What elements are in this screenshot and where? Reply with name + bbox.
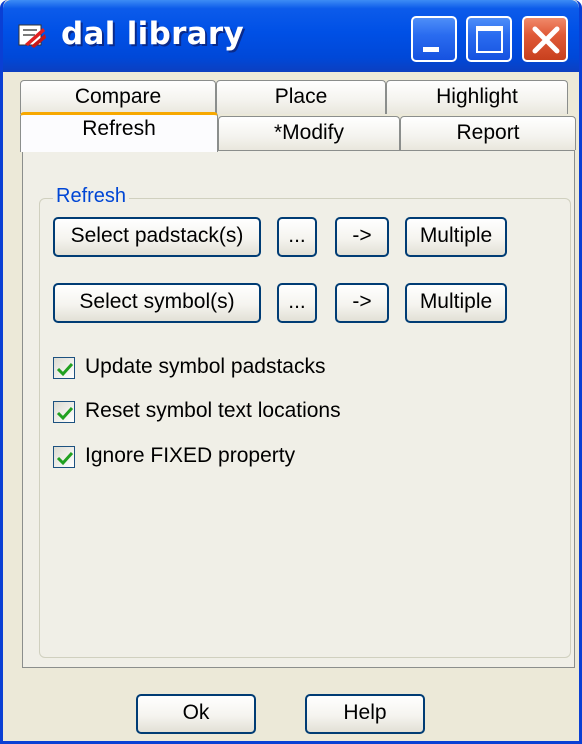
dal-library-window: dal library Compare Place Highlight Refr… (0, 0, 582, 744)
reset-symbol-text-locations-checkbox[interactable] (53, 401, 75, 423)
update-symbol-padstacks-label: Update symbol padstacks (85, 355, 326, 378)
minimize-icon (423, 47, 439, 52)
title-bar[interactable]: dal library (3, 0, 579, 72)
ignore-fixed-property-checkbox[interactable] (53, 446, 75, 468)
refresh-group-label: Refresh (53, 185, 130, 208)
help-button[interactable]: Help (305, 694, 425, 734)
padstack-arrow-button[interactable]: -> (335, 217, 389, 257)
app-icon (17, 22, 47, 50)
symbol-browse-button[interactable]: ... (277, 283, 317, 323)
padstack-browse-button[interactable]: ... (277, 217, 317, 257)
tab-place[interactable]: Place (216, 80, 386, 114)
ignore-fixed-property-option[interactable]: Ignore FIXED property (53, 444, 333, 472)
update-symbol-padstacks-option[interactable]: Update symbol padstacks (53, 355, 353, 383)
padstack-multiple-button[interactable]: Multiple (405, 217, 507, 257)
tab-highlight[interactable]: Highlight (386, 80, 568, 114)
reset-symbol-text-locations-label: Reset symbol text locations (85, 399, 341, 422)
tab-refresh[interactable]: Refresh (20, 112, 218, 152)
minimize-button[interactable] (411, 16, 457, 62)
close-icon (532, 26, 560, 54)
window-title: dal library (61, 16, 244, 52)
checkmark-icon (56, 406, 74, 421)
close-button[interactable] (522, 16, 568, 62)
select-symbols-button[interactable]: Select symbol(s) (53, 283, 261, 323)
symbol-arrow-button[interactable]: -> (335, 283, 389, 323)
symbol-multiple-button[interactable]: Multiple (405, 283, 507, 323)
update-symbol-padstacks-checkbox[interactable] (53, 357, 75, 379)
tab-compare[interactable]: Compare (20, 80, 216, 114)
checkmark-icon (56, 362, 74, 377)
tab-modify[interactable]: *Modify (218, 116, 400, 150)
reset-symbol-text-locations-option[interactable]: Reset symbol text locations (53, 399, 373, 427)
ignore-fixed-property-label: Ignore FIXED property (85, 444, 296, 467)
maximize-icon (476, 26, 503, 53)
ok-button[interactable]: Ok (136, 694, 256, 734)
refresh-group-box (39, 198, 571, 658)
select-padstacks-button[interactable]: Select padstack(s) (53, 217, 261, 257)
checkmark-icon (56, 451, 74, 466)
tab-report[interactable]: Report (400, 116, 576, 150)
maximize-button[interactable] (466, 16, 512, 62)
